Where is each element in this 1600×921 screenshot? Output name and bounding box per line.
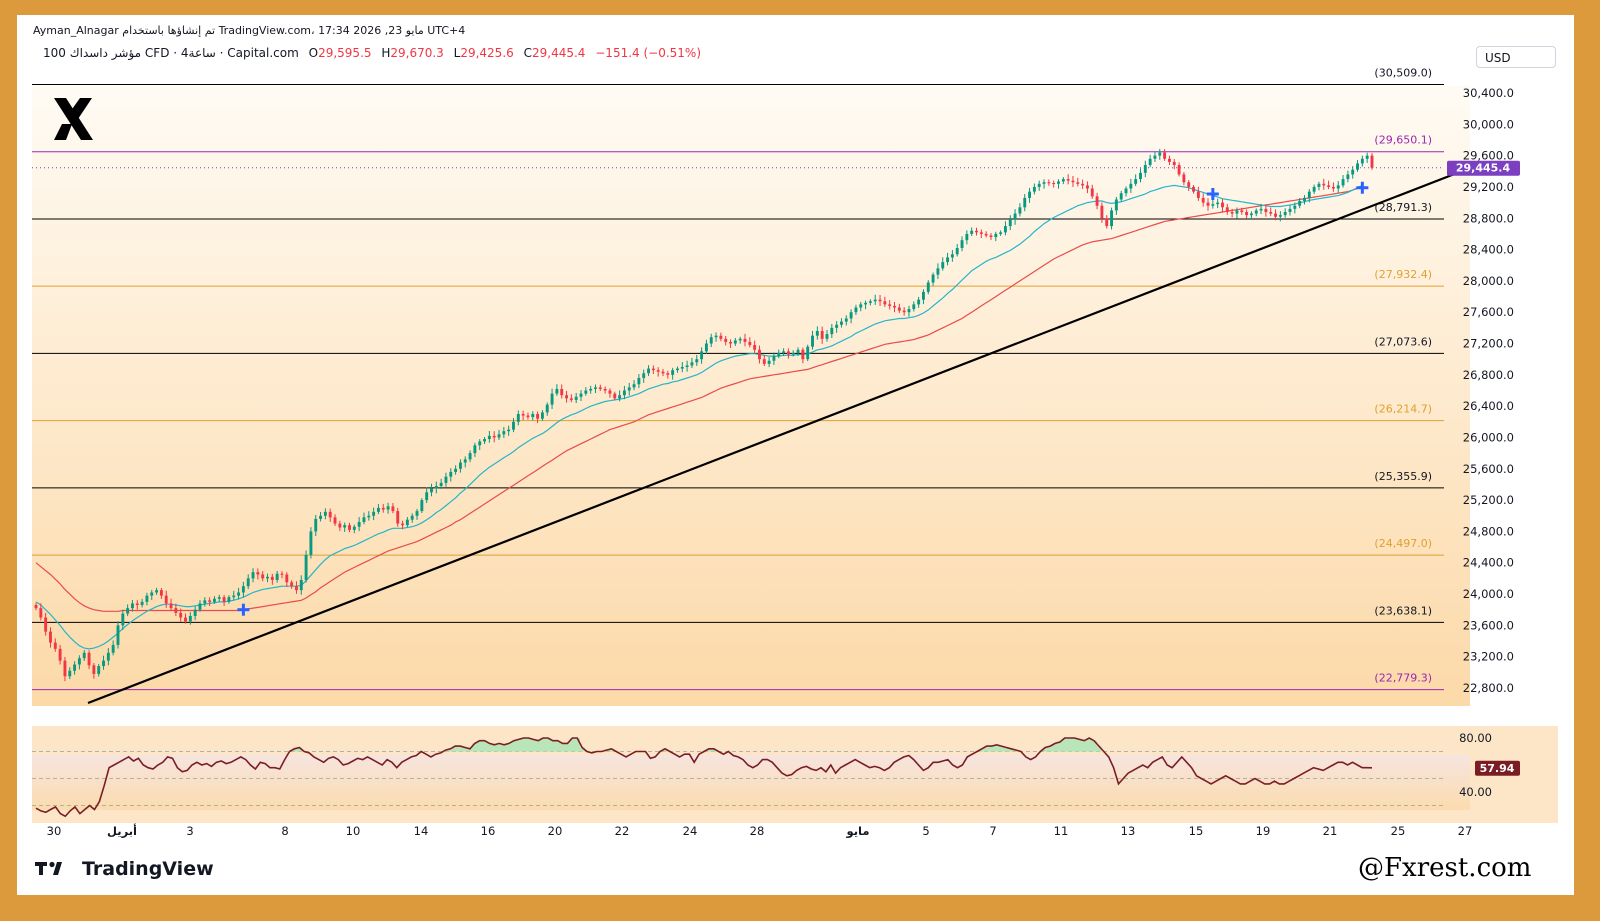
fib-label: (28,791.3)	[1374, 201, 1432, 214]
author-handle: @Fxrest.com	[1358, 853, 1532, 883]
time-tick-label: 7	[989, 824, 996, 838]
ohlc-close: C29,445.4	[523, 46, 586, 60]
fib-label: (26,214.7)	[1374, 403, 1432, 416]
time-tick-label: 8	[281, 824, 288, 838]
brand-name: TradingView	[82, 858, 214, 880]
candle	[806, 344, 810, 362]
fib-label: (22,779.3)	[1374, 672, 1432, 685]
price-tick-label: 24,800.0	[1463, 524, 1514, 538]
price-tick-label: 28,400.0	[1463, 243, 1514, 257]
time-tick-label: 28	[750, 824, 765, 838]
price-pane-background	[32, 86, 1470, 706]
rsi-band-fill	[32, 755, 1470, 810]
candle	[420, 498, 424, 514]
price-tick-label: 28,800.0	[1463, 211, 1514, 225]
rsi-tick-label: 40.00	[1459, 785, 1492, 799]
tradingview-logo-icon	[35, 861, 62, 875]
time-tick-label: 30	[47, 824, 62, 838]
ohlc-change: −151.4 (−0.51%)	[595, 46, 702, 60]
time-axis[interactable]: 30 أبريل 3 8 10 14 16 20 22 24 28 مايو 5 7 11 13 15 19 21 2…	[47, 823, 1473, 839]
price-tick-label: 25,200.0	[1463, 493, 1514, 507]
price-tick-label: 23,600.0	[1463, 618, 1514, 632]
ohlc-low: L29,425.6	[453, 46, 514, 60]
time-tick-label: 16	[481, 824, 496, 838]
svg-text:57.94: 57.94	[1480, 762, 1515, 775]
fib-label: (29,650.1)	[1374, 134, 1432, 147]
time-tick-label: 27	[1458, 824, 1473, 838]
time-tick-label: 3	[186, 824, 193, 838]
time-tick-label: 22	[615, 824, 630, 838]
price-tick-label: 30,000.0	[1463, 117, 1514, 131]
symbol-line: 100 مؤشر داسداك CFD · 4ساعة · Capital.co…	[43, 46, 299, 60]
price-tick-label: 30,400.0	[1463, 86, 1514, 100]
symbol-header[interactable]: 100 مؤشر داسداك CFD · 4ساعة · Capital.co…	[43, 46, 701, 60]
time-tick-label: 20	[548, 824, 563, 838]
price-tick-label: 23,200.0	[1463, 650, 1514, 664]
price-tick-label: 26,800.0	[1463, 368, 1514, 382]
ohlc-high: H29,670.3	[381, 46, 444, 60]
price-tick-label: 28,000.0	[1463, 274, 1514, 288]
fib-label: (23,638.1)	[1374, 604, 1432, 617]
time-tick-label: أبريل	[107, 823, 137, 838]
currency-selector[interactable]: USD	[1476, 46, 1556, 68]
candle	[309, 527, 313, 559]
rsi-tick-label: 80.00	[1459, 731, 1492, 745]
time-tick-label: 24	[683, 824, 698, 838]
price-tick-label: 29,200.0	[1463, 180, 1514, 194]
price-tick-label: 27,600.0	[1463, 305, 1514, 319]
time-tick-label: 13	[1121, 824, 1136, 838]
price-tick-label: 25,600.0	[1463, 462, 1514, 476]
price-tick-label: 29,600.0	[1463, 149, 1514, 163]
price-tick-label: 24,400.0	[1463, 556, 1514, 570]
time-tick-label: 5	[922, 824, 929, 838]
chart-svg[interactable]: (30,509.0) (29,650.1) (28,791.3) (27,932.4)…	[0, 0, 1600, 921]
fib-label: (27,073.6)	[1374, 335, 1432, 348]
time-tick-label: 14	[414, 824, 429, 838]
fib-label: (27,932.4)	[1374, 268, 1432, 281]
time-tick-label: 15	[1189, 824, 1204, 838]
ohlc-open: O29,595.5	[308, 46, 372, 60]
fib-label: (30,509.0)	[1374, 66, 1432, 79]
last-price-badge: 29,445.4	[1447, 160, 1520, 176]
author-line: Ayman_Alnagar تم إنشاؤها باستخدام Tradin…	[33, 24, 466, 37]
fib-label: (24,497.0)	[1374, 537, 1432, 550]
time-tick-label: 11	[1054, 824, 1069, 838]
time-tick-label: 19	[1256, 824, 1271, 838]
price-tick-label: 22,800.0	[1463, 681, 1514, 695]
candle	[304, 550, 308, 583]
price-tick-label: 27,200.0	[1463, 337, 1514, 351]
price-tick-label: 26,400.0	[1463, 399, 1514, 413]
time-tick-label: 25	[1391, 824, 1406, 838]
time-tick-label: مايو	[846, 824, 870, 839]
svg-text:29,445.4: 29,445.4	[1456, 162, 1511, 175]
time-tick-label: 10	[346, 824, 361, 838]
fib-label: (25,355.9)	[1374, 470, 1432, 483]
time-tick-label: 21	[1323, 824, 1338, 838]
rsi-value-badge: 57.94	[1475, 760, 1520, 776]
price-tick-label: 26,000.0	[1463, 430, 1514, 444]
price-tick-label: 24,000.0	[1463, 587, 1514, 601]
